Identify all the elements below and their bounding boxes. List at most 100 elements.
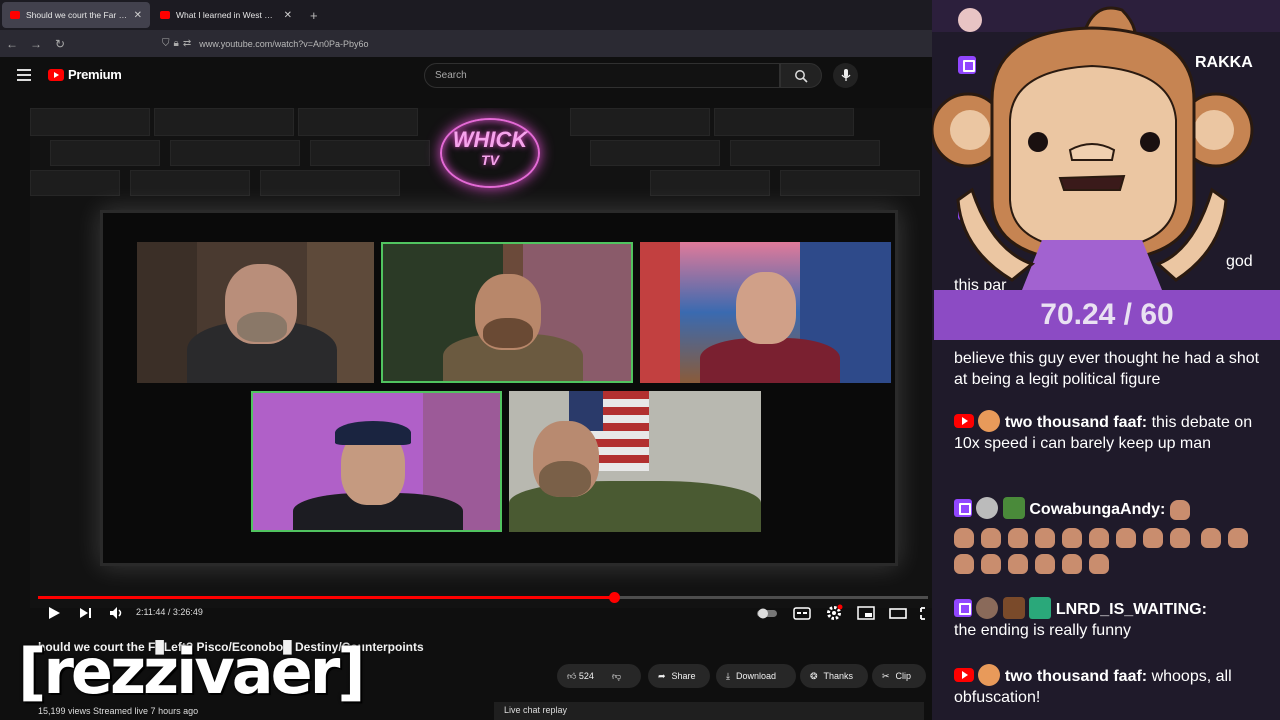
microphone-icon [840, 69, 851, 81]
emote-icon [981, 554, 1001, 574]
thanks-button[interactable]: ❂ Thanks [800, 664, 868, 688]
brick [260, 170, 400, 196]
brick [780, 170, 920, 196]
share-icon: ➦ [658, 670, 666, 681]
share-button[interactable]: ➦ Share [648, 664, 710, 688]
clip-button[interactable]: ✂ Clip [872, 664, 926, 688]
like-button[interactable]: 👍︎ 524 [567, 671, 594, 682]
close-tab-icon[interactable]: ✕ [284, 10, 292, 21]
youtube-header: Premium Search [0, 57, 932, 95]
autoplay-toggle-icon[interactable] [756, 604, 778, 622]
brick [154, 108, 294, 136]
like-dislike-group: 👍︎ 524 👎︎ [557, 664, 641, 688]
share-label: Share [671, 671, 696, 681]
settings-icon[interactable] [825, 604, 843, 622]
emote-icon [954, 528, 974, 548]
participant-tile-4 [251, 391, 502, 532]
chat-badge-icon [1002, 497, 1025, 520]
chat-message: LNRD_IS_WAITING: the ending is really fu… [954, 597, 1274, 641]
play-icon[interactable] [46, 604, 62, 622]
video-player[interactable]: WHICK TV [30, 108, 932, 608]
chat-avatar [976, 497, 999, 520]
brick [30, 170, 120, 196]
search-input[interactable]: Search [424, 63, 780, 88]
channel-neon-logo: WHICK TV [440, 118, 540, 188]
participant-tile-5 [509, 391, 761, 532]
logo-text: Premium [68, 67, 122, 82]
subtitles-icon[interactable] [793, 604, 811, 622]
twitch-badge-icon [954, 599, 972, 617]
tab-title: Should we court the Far Left? P [26, 10, 128, 20]
address-bar: ← → ↻ ⛉ 🔒︎ ⇄ www.youtube.com/watch?v=An0… [0, 30, 932, 57]
chat-badge-icon [1002, 597, 1025, 619]
forward-icon[interactable]: → [24, 37, 48, 51]
youtube-favicon-icon [160, 11, 170, 19]
volume-icon[interactable] [108, 604, 126, 622]
youtube-play-icon [48, 68, 64, 81]
seek-bar-progress [38, 596, 615, 599]
fullscreen-icon[interactable] [920, 604, 932, 622]
youtube-badge-icon [954, 668, 974, 682]
twitch-badge-icon [954, 499, 972, 518]
chat-username: CowabungaAndy: [1029, 501, 1166, 519]
browser-tab-bar: Should we court the Far Left? P ✕ What I… [0, 0, 932, 30]
theater-mode-icon[interactable] [889, 604, 907, 622]
brick [170, 140, 300, 166]
menu-icon[interactable] [17, 69, 31, 81]
reload-icon[interactable]: ↻ [48, 37, 72, 51]
live-chat-replay-bar[interactable]: Live chat replay [494, 702, 924, 720]
emote-icon [1201, 528, 1222, 548]
chat-avatar [978, 410, 1001, 432]
new-tab-button[interactable]: + [302, 8, 326, 23]
thanks-label: Thanks [823, 671, 854, 681]
monkey-mascot-icon [932, 6, 1254, 290]
miniplayer-icon[interactable] [857, 604, 875, 622]
emote-icon [1143, 528, 1163, 548]
clip-label: Clip [895, 671, 912, 681]
browser-tab-2[interactable]: What I learned in West Virginia ✕ [152, 2, 300, 28]
browser-tab-1[interactable]: Should we court the Far Left? P ✕ [2, 2, 150, 28]
youtube-logo[interactable]: Premium [48, 67, 122, 82]
stream-chat-overlay: RAKKA god this par 70.24 / 60 believe th… [932, 0, 1280, 720]
brick [310, 140, 430, 166]
youtube-favicon-icon [10, 11, 20, 19]
chat-message: believe this guy ever thought he had a s… [954, 348, 1274, 390]
chat-username: two thousand faaf: [1004, 668, 1148, 685]
participant-tile-3 [640, 242, 891, 383]
next-video-icon[interactable] [78, 604, 94, 622]
brick [570, 108, 710, 136]
back-icon[interactable]: ← [0, 37, 24, 51]
voice-search-button[interactable] [833, 63, 858, 88]
shield-icon[interactable]: ⛉ [162, 38, 170, 49]
search-button[interactable] [780, 63, 822, 88]
chat-avatar [976, 597, 999, 619]
emote-row [954, 525, 1274, 577]
url-text[interactable]: www.youtube.com/watch?v=An0Pa-Pby6o [199, 39, 368, 49]
neon-logo-line2: TV [481, 152, 499, 168]
chat-message-text: the ending is really funny [954, 622, 1131, 639]
emote-icon [1062, 554, 1082, 574]
seek-bar[interactable] [38, 592, 928, 603]
emote-icon [1089, 528, 1109, 548]
brick [298, 108, 418, 136]
neon-logo-line1: WHICK [452, 127, 528, 152]
chat-username: LNRD_IS_WAITING: [1055, 601, 1207, 618]
brick [30, 108, 150, 136]
download-icon: ⤓ [726, 670, 730, 681]
emote-icon [1089, 554, 1109, 574]
download-button[interactable]: ⤓ Download [716, 664, 796, 688]
dislike-button[interactable]: 👎︎ [612, 671, 621, 682]
participant-tile-2-speaking [381, 242, 633, 383]
emote-icon [1062, 528, 1082, 548]
close-tab-icon[interactable]: ✕ [134, 10, 142, 21]
chat-message: two thousand faaf: this debate on 10x sp… [954, 410, 1274, 454]
page-info-icon[interactable]: ⇄ [183, 38, 191, 49]
brick [714, 108, 854, 136]
lock-icon[interactable]: 🔒︎ [174, 38, 179, 49]
youtube-badge-icon [954, 414, 974, 428]
brick [590, 140, 720, 166]
tab-title: What I learned in West Virginia [176, 10, 278, 20]
emote-icon [1035, 554, 1055, 574]
clip-icon: ✂ [882, 670, 890, 681]
emote-icon [1116, 528, 1136, 548]
